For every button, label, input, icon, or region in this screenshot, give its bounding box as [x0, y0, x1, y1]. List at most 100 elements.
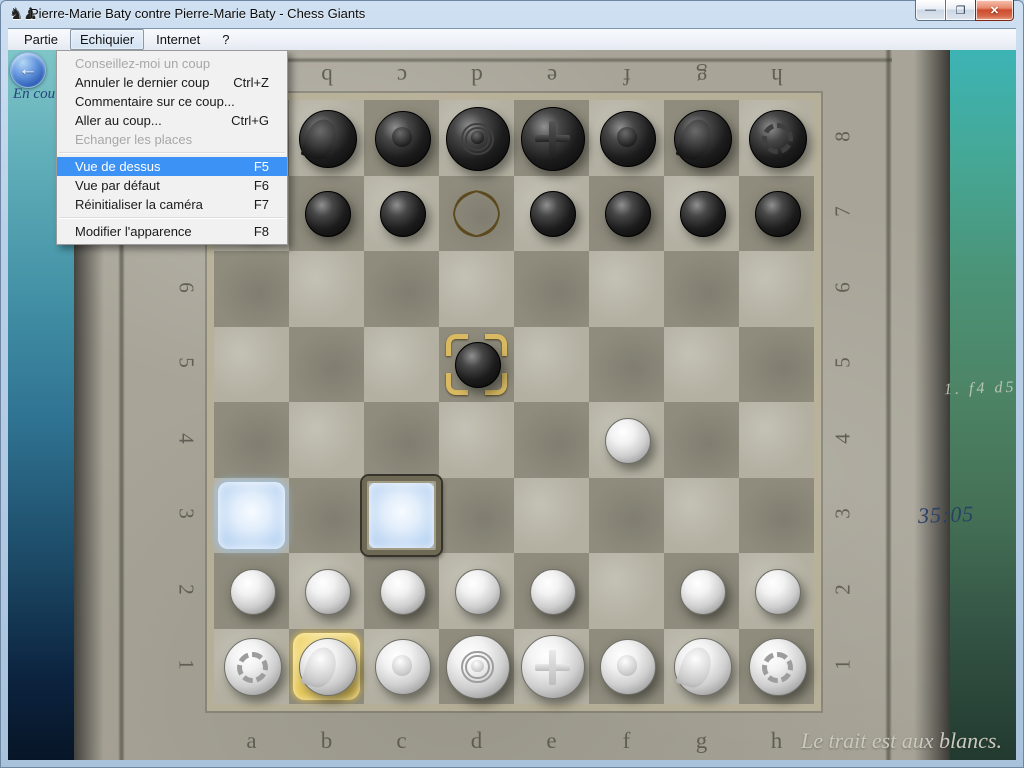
square-e6[interactable] [514, 251, 589, 327]
square-b5[interactable] [289, 327, 364, 403]
square-f5[interactable] [589, 327, 664, 403]
square-f3[interactable] [589, 478, 664, 554]
menu-item-modifier-l-apparence[interactable]: Modifier l'apparenceF8 [57, 222, 287, 241]
rank-label-left-3: 3 [174, 501, 199, 527]
file-label-top-f: f [607, 63, 647, 89]
rank-label-left-2: 2 [174, 576, 199, 602]
menubar-item-internet[interactable]: Internet [146, 29, 210, 50]
maximize-button[interactable]: ❐ [946, 0, 975, 21]
menu-item-label: Réinitialiser la caméra [75, 197, 203, 212]
square-h5[interactable] [739, 327, 814, 403]
app-window: ♞♟ Pierre-Marie Baty contre Pierre-Marie… [0, 0, 1024, 768]
piece-black-bishop-f8[interactable] [600, 111, 656, 167]
rank-label-left-5: 5 [174, 350, 199, 376]
piece-white-bishop-c1[interactable] [375, 639, 431, 695]
piece-white-rook-a1[interactable] [224, 638, 282, 696]
square-e3[interactable] [514, 478, 589, 554]
piece-black-pawn-e7[interactable] [530, 191, 576, 237]
piece-white-pawn-h2[interactable] [755, 569, 801, 615]
gold-claw-marker-icon [439, 176, 514, 252]
piece-white-pawn-g2[interactable] [680, 569, 726, 615]
square-c5[interactable] [364, 327, 439, 403]
close-button[interactable]: ✕ [975, 0, 1014, 21]
piece-black-pawn-b7[interactable] [305, 191, 351, 237]
piece-black-pawn-c7[interactable] [380, 191, 426, 237]
square-h4[interactable] [739, 402, 814, 478]
square-d3[interactable] [439, 478, 514, 554]
piece-white-bishop-f1[interactable] [600, 639, 656, 695]
piece-black-pawn-h7[interactable] [755, 191, 801, 237]
menu-item-vue-de-dessus[interactable]: Vue de dessusF5 [57, 157, 287, 176]
rank-label-right-3: 3 [831, 501, 856, 527]
square-f6[interactable] [589, 251, 664, 327]
piece-black-pawn-g7[interactable] [680, 191, 726, 237]
titlebar[interactable]: ♞♟ Pierre-Marie Baty contre Pierre-Marie… [0, 0, 1024, 28]
piece-white-knight-g1[interactable] [674, 638, 732, 696]
square-e5[interactable] [514, 327, 589, 403]
square-a4[interactable] [214, 402, 289, 478]
menubar-item-?[interactable]: ? [212, 29, 239, 50]
piece-white-king-e1[interactable] [521, 635, 585, 699]
piece-black-knight-g8[interactable] [674, 110, 732, 168]
back-arrow-button[interactable]: ← [10, 52, 46, 88]
menu-item-label: Vue par défaut [75, 178, 160, 193]
square-c4[interactable] [364, 402, 439, 478]
menu-item-label: Aller au coup... [75, 113, 162, 128]
square-g5[interactable] [664, 327, 739, 403]
piece-white-pawn-b2[interactable] [305, 569, 351, 615]
file-label-bottom-c: c [382, 728, 422, 754]
piece-white-pawn-a2[interactable] [230, 569, 276, 615]
square-a5[interactable] [214, 327, 289, 403]
piece-white-rook-h1[interactable] [749, 638, 807, 696]
minimize-button[interactable]: — [915, 0, 946, 21]
square-c6[interactable] [364, 251, 439, 327]
menubar-item-partie[interactable]: Partie [14, 29, 68, 50]
piece-white-pawn-c2[interactable] [380, 569, 426, 615]
piece-black-knight-b8[interactable] [299, 110, 357, 168]
right-panel [950, 50, 1016, 760]
square-g6[interactable] [664, 251, 739, 327]
square-b6[interactable] [289, 251, 364, 327]
piece-white-pawn-e2[interactable] [530, 569, 576, 615]
menubar: PartieEchiquierInternet? [8, 28, 1016, 50]
piece-black-bishop-c8[interactable] [375, 111, 431, 167]
square-d4[interactable] [439, 402, 514, 478]
menu-item-vue-par-d-faut[interactable]: Vue par défaut F6 [57, 176, 287, 195]
piece-white-knight-b1[interactable] [299, 638, 357, 696]
square-b4[interactable] [289, 402, 364, 478]
board-shadow-right [914, 50, 950, 760]
piece-black-pawn-d5[interactable] [455, 342, 501, 388]
piece-black-rook-h8[interactable] [749, 110, 807, 168]
piece-white-queen-d1[interactable] [446, 635, 510, 699]
piece-black-pawn-f7[interactable] [605, 191, 651, 237]
menubar-item-echiquier[interactable]: Echiquier [70, 29, 144, 50]
menu-item-r-initialiser-la-cam-ra[interactable]: Réinitialiser la caméra F7 [57, 195, 287, 214]
square-g3[interactable] [664, 478, 739, 554]
window-controls: —❐✕ [915, 0, 1014, 21]
menu-item-shortcut: F7 [254, 197, 269, 212]
square-a6[interactable] [214, 251, 289, 327]
square-g4[interactable] [664, 402, 739, 478]
square-b3[interactable] [289, 478, 364, 554]
file-label-bottom-a: a [232, 728, 272, 754]
legal-move-highlight-a3[interactable] [218, 482, 285, 550]
menu-item-conseillez-moi-un-coup: Conseillez-moi un coup [57, 54, 287, 73]
rank-label-right-8: 8 [831, 123, 856, 149]
menu-item-label: Vue de dessus [75, 159, 161, 174]
piece-black-king-e8[interactable] [521, 107, 585, 171]
rank-label-right-5: 5 [831, 350, 856, 376]
piece-white-pawn-f4[interactable] [605, 418, 651, 464]
menu-item-annuler-le-dernier-coup[interactable]: Annuler le dernier coupCtrl+Z [57, 73, 287, 92]
file-label-bottom-g: g [682, 728, 722, 754]
square-h3[interactable] [739, 478, 814, 554]
square-f2[interactable] [589, 553, 664, 629]
square-h6[interactable] [739, 251, 814, 327]
menu-item-commentaire-sur-ce-coup[interactable]: Commentaire sur ce coup... [57, 92, 287, 111]
menu-item-label: Commentaire sur ce coup... [75, 94, 235, 109]
square-d6[interactable] [439, 251, 514, 327]
square-e4[interactable] [514, 402, 589, 478]
menu-item-shortcut: F6 [254, 178, 269, 193]
piece-black-queen-d8[interactable] [446, 107, 510, 171]
menu-item-aller-au-coup[interactable]: Aller au coup...Ctrl+G [57, 111, 287, 130]
piece-white-pawn-d2[interactable] [455, 569, 501, 615]
